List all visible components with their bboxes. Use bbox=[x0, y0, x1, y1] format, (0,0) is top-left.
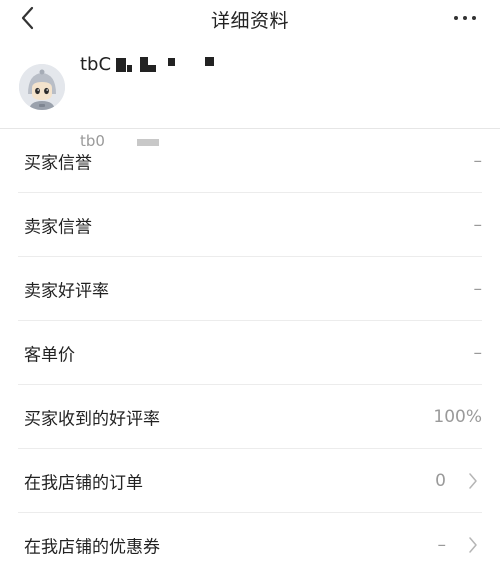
top-nav-bar: 详细资料 bbox=[0, 0, 500, 40]
list-item-buyer-received-positive-rate[interactable]: 买家收到的好评率 100% bbox=[18, 385, 482, 449]
profile-card: tbC tb0 bbox=[0, 40, 500, 150]
list-item-label: 在我店铺的优惠券 bbox=[24, 537, 160, 557]
more-button[interactable] bbox=[452, 9, 478, 27]
info-list: 买家信誉 – 卖家信誉 – 卖家好评率 – 客单价 – 买家收到的好评率 100… bbox=[0, 129, 500, 576]
list-item-value: – bbox=[473, 278, 483, 299]
list-item-value: – bbox=[437, 534, 447, 555]
list-item-label: 买家收到的好评率 bbox=[24, 409, 160, 429]
list-item-value: – bbox=[473, 342, 483, 363]
list-item-value: – bbox=[473, 150, 483, 171]
list-item-value: 100% bbox=[433, 406, 482, 427]
list-item-value: 0 bbox=[435, 470, 446, 491]
list-item-coupons-in-my-store[interactable]: 在我店铺的优惠券 – bbox=[18, 513, 482, 576]
list-item-buyer-credit[interactable]: 买家信誉 – bbox=[18, 129, 482, 193]
avatar[interactable] bbox=[19, 64, 65, 110]
chevron-right-icon bbox=[469, 472, 477, 489]
list-item-label: 买家信誉 bbox=[24, 153, 92, 173]
chevron-right-icon bbox=[469, 536, 477, 553]
page-title: 详细资料 bbox=[210, 10, 289, 32]
username: tbC bbox=[80, 54, 215, 75]
detail-page: 详细资料 tbC tb0 买家信誉 – 卖家信誉 – 卖家好评率 – 客单价 –… bbox=[0, 0, 500, 585]
robot-avatar-icon bbox=[19, 64, 65, 110]
list-item-label: 卖家信誉 bbox=[24, 217, 92, 237]
list-item-label: 客单价 bbox=[24, 345, 75, 365]
list-item-value: – bbox=[473, 214, 483, 235]
list-item-label: 卖家好评率 bbox=[24, 281, 109, 301]
list-item-average-order-value[interactable]: 客单价 – bbox=[18, 321, 482, 385]
list-item-seller-positive-rate[interactable]: 卖家好评率 – bbox=[18, 257, 482, 321]
more-horizontal-icon bbox=[454, 16, 476, 20]
list-item-orders-in-my-store[interactable]: 在我店铺的订单 0 bbox=[18, 449, 482, 513]
list-item-label: 在我店铺的订单 bbox=[24, 473, 143, 493]
list-item-seller-credit[interactable]: 卖家信誉 – bbox=[18, 193, 482, 257]
username-redaction bbox=[115, 57, 215, 72]
username-text: tbC bbox=[80, 54, 112, 75]
